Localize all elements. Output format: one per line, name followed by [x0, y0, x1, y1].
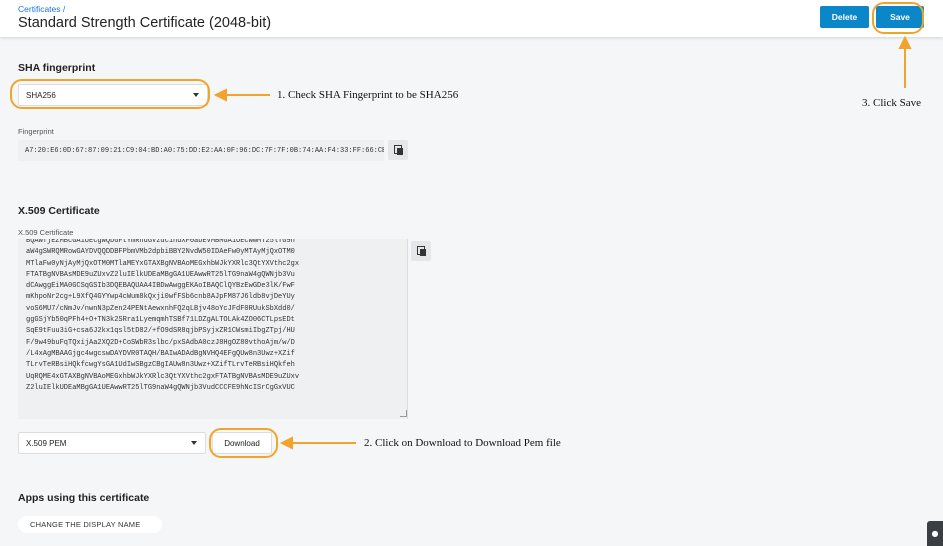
chevron-down-icon — [191, 441, 197, 445]
arrow-step1-head — [213, 88, 227, 102]
copy-icon — [393, 145, 403, 155]
breadcrumb[interactable]: Certificates / — [18, 4, 65, 14]
x509-label: X.509 Certificate — [18, 228, 74, 237]
certificate-line: MTlaFw0yNjAyMjQxOTM0MTlaMEYxGTAXBgNVBAoM… — [26, 259, 300, 268]
lightbulb-icon: ● — [931, 529, 939, 538]
save-button[interactable]: Save — [876, 6, 924, 28]
format-select-value: X.509 PEM — [26, 438, 67, 448]
help-button[interactable]: ● — [927, 521, 943, 546]
certificate-line: SqE9tFuu3iG+csa6J2kx1qsl5tD82/+fO9dSR8qj… — [26, 327, 295, 336]
delete-button[interactable]: Delete — [820, 6, 869, 28]
certificate-textarea[interactable]: BQAwTjEZMBcGA1UECgwQbGFtYmRhdGVzdC1hdXF0… — [18, 239, 408, 419]
certificate-line: voS6MU7/cNmJv/nwnN3pZen24PENtAewxnhFQ2qL… — [26, 304, 295, 313]
page-title: Standard Strength Certificate (2048-bit) — [18, 15, 272, 31]
change-display-name-chip[interactable]: CHANGE THE DISPLAY NAME — [18, 516, 162, 533]
certificate-line: UqRQME4xGTAXBgNVBAoMEGxhbWJkYXRlc3QtYXVt… — [26, 372, 300, 381]
certificate-text: BQAwTjEZMBcGA1UECgwQbGFtYmRhdGVzdC1hdXF0… — [26, 239, 299, 394]
fingerprint-field[interactable]: A7:20:E6:0D:67:87:09:21:C9:04:BD:A0:75:D… — [18, 140, 384, 161]
top-bar: Certificates / Standard Strength Certifi… — [0, 0, 943, 37]
apps-heading: Apps using this certificate — [18, 492, 150, 504]
certificate-line: aW4gSWRQMRowGAYDVQQDDBFPbmVMb2dpbiBBY2Nv… — [26, 248, 295, 257]
arrow-step3-head — [898, 35, 912, 49]
copy-certificate-button[interactable] — [411, 241, 431, 261]
x509-heading: X.509 Certificate — [18, 205, 100, 217]
certificate-line: F/9w49buFqTQxijAa2XQ2D+CoSWbR3slbc/pxSAd… — [26, 338, 295, 347]
certificate-line: ggGSjYb50qPFh4+O+TN3k2SRra1LyemqmhTSBf71… — [26, 316, 295, 325]
arrow-step2-head — [279, 436, 293, 450]
download-button[interactable]: Download — [212, 432, 272, 454]
sha-select-value: SHA256 — [26, 90, 56, 100]
format-select[interactable]: X.509 PEM — [18, 432, 206, 454]
certificate-line: TLrvTeRBsiHQkfcwgYsGA1UdIwSBgzCBgIAUw8n3… — [26, 361, 295, 370]
sha-heading: SHA fingerprint — [18, 62, 96, 74]
annotation-step1: 1. Check SHA Fingerprint to be SHA256 — [277, 89, 459, 101]
copy-icon — [416, 246, 426, 256]
copy-fingerprint-button[interactable] — [388, 140, 408, 160]
certificate-line: dCAwggEiMA0GCSqGSIb3DQEBAQUAA4IBDwAwggEK… — [26, 282, 295, 291]
certificate-line: /L4xAgMBAAGjgc4wgcswDAYDVR0TAQH/BAIwADAd… — [26, 349, 295, 358]
chevron-down-icon — [193, 93, 199, 97]
certificate-line: BQAwTjEZMBcGA1UECgwQbGFtYmRhdGVzdC1hdXF0… — [26, 239, 295, 245]
certificate-line: FTATBgNVBAsMDE9uZUxvZ2luIElkUDEaMBgGA1UE… — [26, 270, 295, 279]
certificate-line: Z2luIElkUDEaMBgGA1UEAwwRT25lTG9naW4gQWNj… — [26, 383, 295, 392]
fingerprint-label: Fingerprint — [18, 127, 54, 136]
annotation-step2: 2. Click on Download to Download Pem fil… — [364, 437, 561, 449]
sha-select[interactable]: SHA256 — [18, 84, 208, 106]
resize-handle[interactable] — [400, 410, 407, 417]
annotation-step3: 3. Click Save — [862, 97, 921, 109]
certificate-line: mKhpoNr2cg+L9XfQ4GYYwp4cWum8kQxji0wfFSb6… — [26, 293, 295, 302]
